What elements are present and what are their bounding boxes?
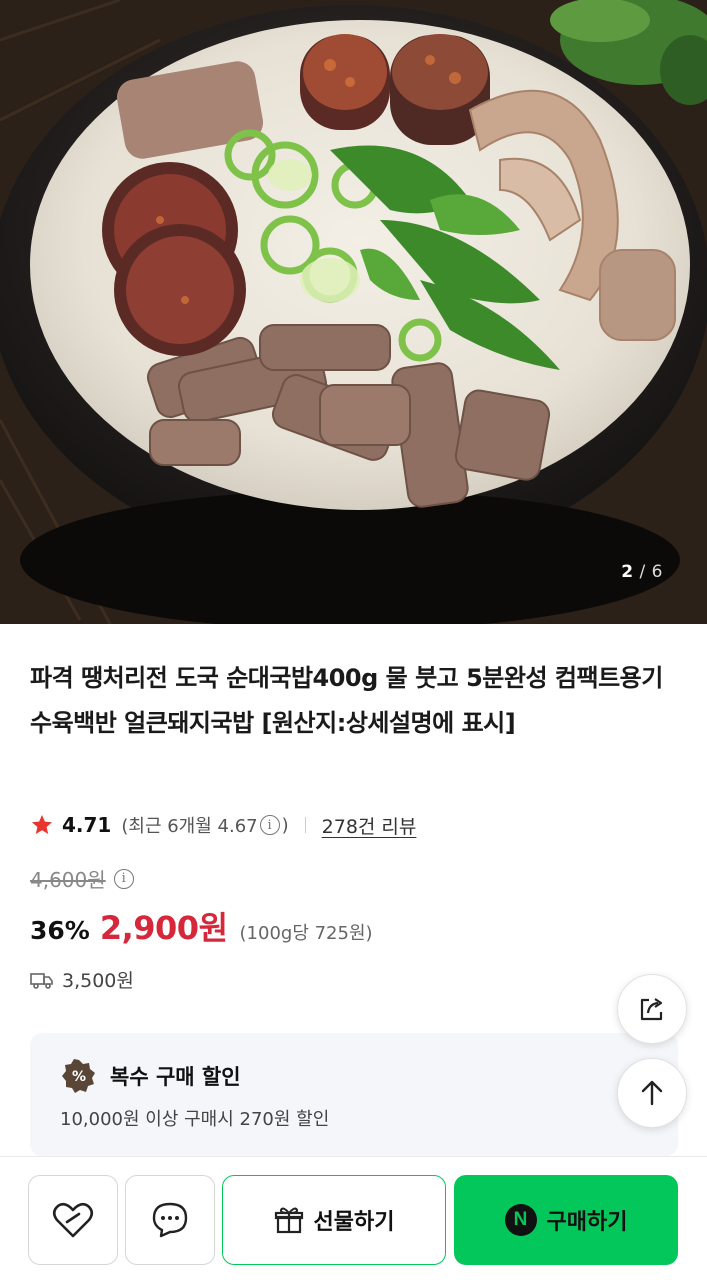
shipping-fee: 3,500원 [62,970,134,992]
bottom-action-bar: 선물하기 N 구매하기 [0,1156,707,1280]
original-price: 4,600원 [30,868,106,892]
promo-description: 10,000원 이상 구매시 270원 할인 [60,1109,330,1130]
like-button[interactable] [28,1175,118,1265]
recent-rating: (최근 6개월 4.67 [121,816,258,837]
rating-row: 4.71 (최근 6개월 4.67 i ) 278건 리뷰 [30,810,416,840]
multi-purchase-discount[interactable]: % 복수 구매 할인 10,000원 이상 구매시 270원 할인 [30,1033,678,1156]
share-icon [640,998,663,1021]
price-row: 36% 2,900원 (100g당 725원) [30,903,373,949]
star-icon [32,815,52,834]
review-count-link[interactable]: 278건 리뷰 [322,812,417,839]
scroll-top-button[interactable] [617,1058,687,1128]
naver-pay-icon: N [504,1204,537,1236]
info-icon[interactable]: i [259,815,280,835]
recent-rating-close: ) [281,814,289,836]
sale-price: 2,900원 [99,909,228,947]
product-image[interactable]: 2 / 6 [0,0,707,624]
promo-header: % 복수 구매 할인 [62,1059,241,1093]
truck-icon [30,972,53,989]
unit-price: (100g당 725원) [239,923,373,944]
gift-label: 선물하기 [313,1210,395,1235]
chat-button[interactable] [125,1175,215,1265]
buy-label: 구매하기 [546,1210,628,1235]
original-price-row: 4,600원 i [30,864,136,893]
discount-badge-icon: % [62,1059,95,1093]
heart-icon [52,1202,94,1238]
rating-value: 4.71 [62,813,112,837]
shipping-row: 3,500원 [30,966,134,993]
discount-rate: 36% [30,916,90,945]
gift-icon [274,1207,303,1234]
buy-button[interactable]: N 구매하기 [454,1175,678,1265]
gift-button[interactable]: 선물하기 [222,1175,446,1265]
product-title: 파격 땡처리전 도국 순대국밥400g 물 붓고 5분완성 컴팩트용기 수육백반… [30,664,663,737]
discount-badge-symbol: % [72,1069,86,1085]
arrow-up-icon [641,1080,663,1106]
divider [304,817,306,833]
price-info-icon[interactable]: i [113,868,134,889]
promo-title: 복수 구매 할인 [110,1065,241,1089]
soup-photo [0,0,707,624]
image-counter: 2 / 6 [621,562,663,582]
share-button[interactable] [617,974,687,1044]
chat-bubble-icon [152,1202,188,1238]
